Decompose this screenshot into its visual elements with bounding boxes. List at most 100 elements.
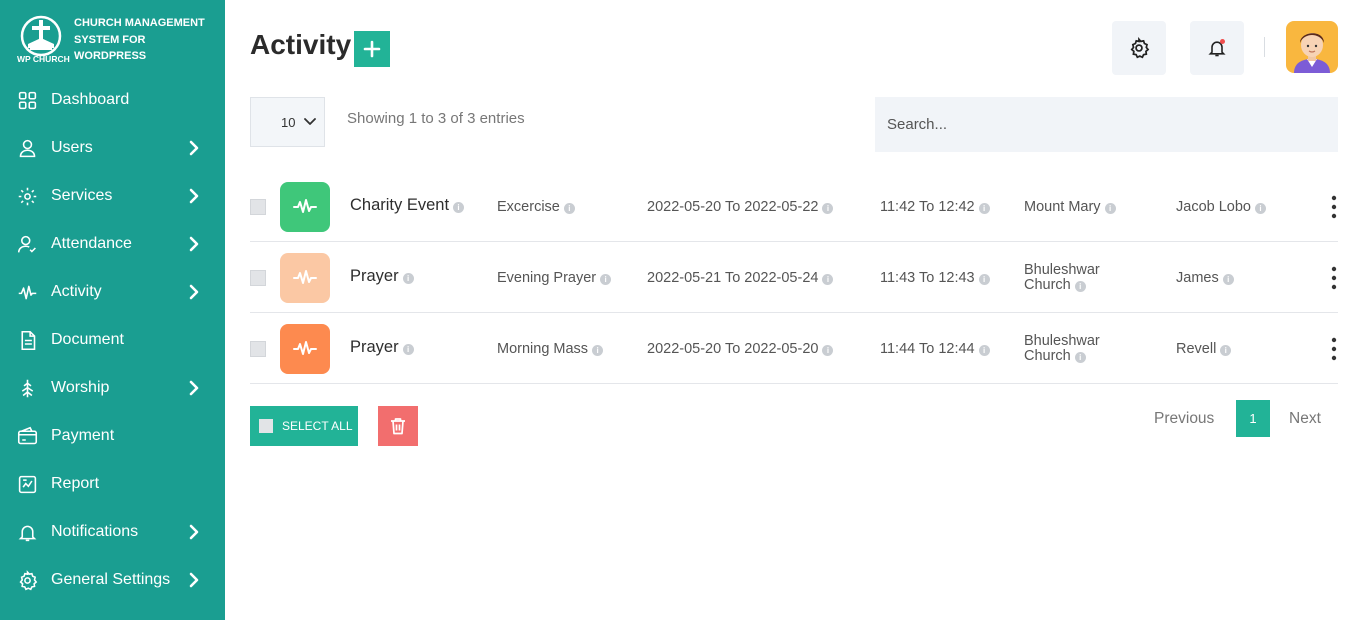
row-checkbox[interactable] — [250, 270, 266, 286]
sidebar-item-dashboard[interactable]: Dashboard — [0, 76, 225, 124]
sidebar-item-report[interactable]: Report — [0, 460, 225, 508]
brand-title: CHURCH MANAGEMENT SYSTEM FOR WORDPRESS — [74, 17, 205, 62]
user-icon — [16, 137, 38, 159]
sidebar-item-notifications[interactable]: Notifications — [0, 508, 225, 556]
activity-person-text: Revell — [1176, 341, 1217, 357]
chevron-right-icon — [189, 236, 199, 252]
add-activity-button[interactable] — [354, 31, 390, 67]
activity-venue-text: Church — [1024, 348, 1071, 364]
activity-time-text: 11:43 To 12:43 — [880, 270, 975, 286]
activity-category-text: Excercise — [497, 199, 560, 215]
select-all-button[interactable]: SELECT ALL — [250, 406, 358, 446]
activity-time-text: 11:42 To 12:42 — [880, 199, 975, 215]
activity-category-text: Morning Mass — [497, 341, 589, 357]
brand[interactable]: WP CHURCH CHURCH MANAGEMENT SYSTEM FOR W… — [16, 14, 216, 66]
sidebar-item-label: Payment — [51, 427, 115, 444]
table-row: Charity Event i Excercise i 2022-05-20 To … — [250, 171, 1338, 242]
sidebar-item-services[interactable]: Services — [0, 172, 225, 220]
activity-pulse-icon — [280, 324, 330, 374]
info-icon: i — [1220, 345, 1232, 356]
header-divider — [1264, 37, 1265, 57]
pagination-next[interactable]: Next — [1289, 410, 1321, 428]
settings-button[interactable] — [1112, 21, 1166, 75]
activity-venue: Mount Mary i — [1024, 200, 1116, 215]
activity-date-text: 2022-05-21 To 2022-05-24 — [647, 270, 819, 286]
activity-person-text: Jacob Lobo — [1176, 199, 1251, 215]
activity-category: Evening Prayer i — [497, 271, 612, 286]
page-size-select[interactable]: 10 — [250, 97, 325, 147]
gear-icon — [16, 569, 38, 591]
activity-person: Jacob Lobo i — [1176, 200, 1266, 215]
pagination-page-1[interactable]: 1 — [1236, 400, 1270, 437]
bell-icon — [16, 521, 38, 543]
activity-pulse-icon — [280, 253, 330, 303]
info-icon: i — [978, 274, 990, 285]
notifications-button[interactable] — [1190, 21, 1244, 75]
more-options-icon[interactable] — [1329, 337, 1339, 361]
info-icon: i — [453, 202, 465, 213]
activity-date-text: 2022-05-20 To 2022-05-20 — [647, 341, 819, 357]
activity-date-range: 2022-05-21 To 2022-05-24 i — [647, 270, 834, 286]
pagination-previous[interactable]: Previous — [1154, 410, 1214, 428]
more-options-icon[interactable] — [1329, 195, 1339, 219]
activity-title-text: Prayer — [350, 338, 399, 356]
activity-venue-text: Mount Mary — [1024, 199, 1101, 215]
activity-venue: Bhuleshwar Church i — [1024, 263, 1100, 293]
page-size-value: 10 — [281, 114, 296, 130]
select-all-checkbox — [259, 419, 273, 433]
attendance-icon — [16, 233, 38, 255]
avatar[interactable] — [1286, 21, 1338, 73]
activity-pulse-icon — [280, 182, 330, 232]
chevron-right-icon — [189, 524, 199, 540]
info-icon: i — [402, 273, 414, 284]
search-input[interactable] — [875, 97, 1338, 152]
plus-icon — [363, 40, 381, 58]
info-icon: i — [1074, 281, 1086, 292]
info-icon: i — [1222, 274, 1234, 285]
notification-dot — [1220, 39, 1225, 44]
activity-venue-text: Church — [1024, 277, 1071, 293]
sidebar-item-label: Activity — [51, 283, 102, 300]
activity-title-text: Charity Event — [350, 196, 450, 214]
entries-info: Showing 1 to 3 of 3 entries — [347, 110, 525, 127]
activity-icon — [16, 281, 38, 303]
activity-date-range: 2022-05-20 To 2022-05-22 i — [647, 200, 834, 215]
chevron-right-icon — [189, 572, 199, 588]
payment-icon — [16, 425, 38, 447]
activity-time-range: 11:44 To 12:44 i — [880, 342, 990, 357]
brand-logo-text: WP CHURCH — [17, 54, 70, 64]
sidebar-item-document[interactable]: Document — [0, 316, 225, 364]
chevron-right-icon — [189, 284, 199, 300]
activity-category: Morning Mass i — [497, 341, 604, 357]
delete-selected-button[interactable] — [378, 406, 418, 446]
user-avatar-icon — [1294, 33, 1330, 73]
page-title: Activity — [250, 29, 352, 60]
activity-title: Charity Event i — [350, 196, 465, 214]
activity-venue-text: Bhuleshwar — [1024, 333, 1100, 349]
info-icon: i — [1254, 203, 1266, 214]
row-checkbox[interactable] — [250, 341, 266, 357]
sidebar-item-label: Report — [51, 475, 100, 492]
select-all-label: SELECT ALL — [282, 419, 353, 433]
chevron-right-icon — [189, 188, 199, 204]
info-icon: i — [563, 203, 575, 214]
sidebar-item-general-settings[interactable]: General Settings — [0, 556, 225, 604]
sidebar-item-payment[interactable]: Payment — [0, 412, 225, 460]
sidebar-item-label: Attendance — [51, 235, 132, 252]
activity-title: Prayer i — [350, 267, 414, 285]
row-checkbox[interactable] — [250, 199, 266, 215]
document-icon — [16, 329, 38, 351]
more-options-icon[interactable] — [1329, 266, 1339, 290]
sidebar-item-label: Services — [51, 187, 113, 204]
activity-title-text: Prayer — [350, 267, 399, 285]
info-icon: i — [978, 345, 990, 356]
sidebar-item-users[interactable]: Users — [0, 124, 225, 172]
activity-person: James i — [1176, 271, 1234, 286]
sidebar-item-activity[interactable]: Activity — [0, 268, 225, 316]
activity-category: Excercise i — [497, 200, 575, 215]
activity-venue-text: Bhuleshwar — [1024, 262, 1100, 278]
activity-time-range: 11:43 To 12:43 i — [880, 271, 990, 286]
sidebar-item-worship[interactable]: Worship — [0, 364, 225, 412]
sidebar-item-attendance[interactable]: Attendance — [0, 220, 225, 268]
info-icon: i — [402, 344, 414, 355]
